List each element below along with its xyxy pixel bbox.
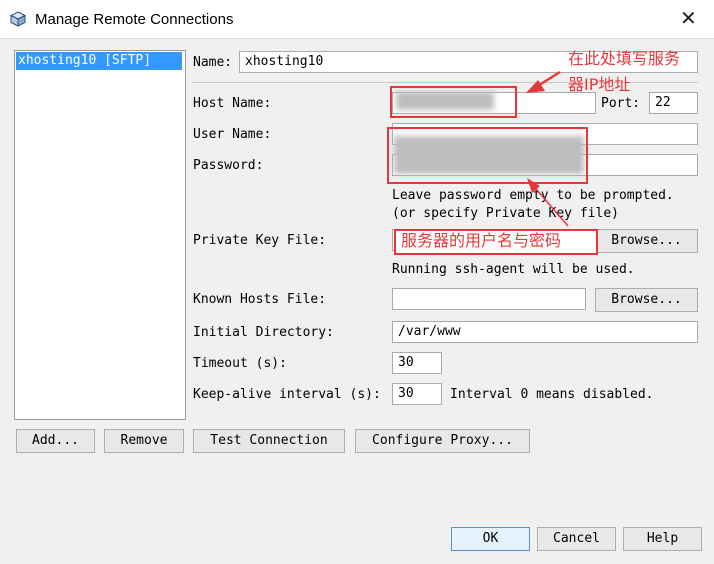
annotation-arrows	[526, 70, 569, 227]
